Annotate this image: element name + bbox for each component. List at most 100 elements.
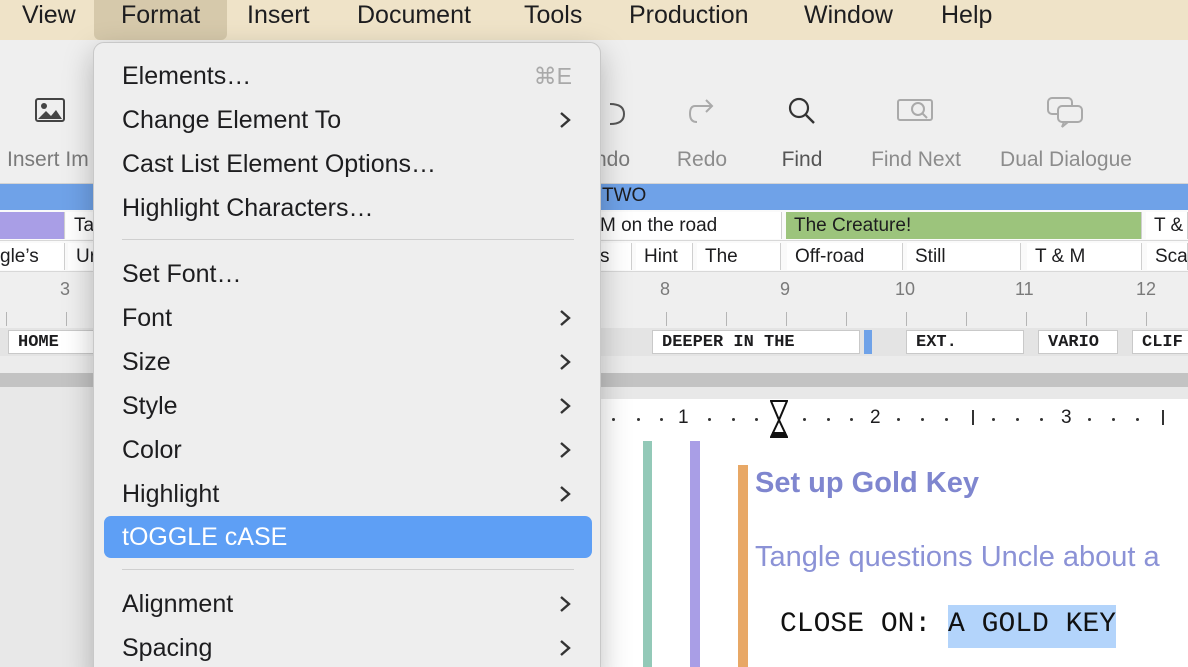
ruler-dot bbox=[850, 418, 853, 421]
menu-item-set-font[interactable]: Set Font… bbox=[104, 253, 592, 295]
chevron-right-icon bbox=[560, 442, 571, 458]
scene-heading-cell[interactable]: EXT. bbox=[906, 330, 1024, 354]
magnifier-icon bbox=[767, 96, 837, 132]
menu-item-label: Alignment bbox=[122, 590, 234, 618]
ruler-number: 9 bbox=[780, 279, 791, 299]
scene-color-bar bbox=[738, 465, 748, 667]
find-label: Find bbox=[781, 148, 823, 171]
ruler-tick bbox=[786, 312, 787, 326]
redo-icon bbox=[662, 96, 742, 132]
scene-cell[interactable]: Off-road bbox=[787, 243, 903, 270]
find-button[interactable]: Find bbox=[767, 40, 837, 184]
ruler-tick bbox=[966, 312, 967, 326]
menu-item-label: Style bbox=[122, 392, 178, 420]
scene-cell[interactable]: Still bbox=[907, 243, 1021, 270]
dual-dialogue-label: Dual Dialogue bbox=[1000, 148, 1132, 171]
find-next-label: Find Next bbox=[871, 148, 961, 171]
ruler-dot bbox=[992, 418, 995, 421]
menu-bar: View Format Insert Document Tools Produc… bbox=[0, 0, 1188, 40]
menu-item-font[interactable]: Font bbox=[104, 297, 592, 339]
dual-dialogue-button[interactable]: Dual Dialogue bbox=[990, 40, 1142, 184]
insert-image-button[interactable]: Insert Im bbox=[0, 40, 100, 184]
scene-cell[interactable]: Ur bbox=[68, 243, 96, 270]
menu-item-highlight-characters[interactable]: Highlight Characters… bbox=[104, 187, 592, 229]
menu-format[interactable]: Format bbox=[94, 0, 228, 40]
chevron-right-icon bbox=[560, 112, 571, 128]
menu-production[interactable]: Production bbox=[629, 0, 749, 40]
sequence-color-bar bbox=[690, 441, 700, 667]
sequence-cell-purple[interactable] bbox=[0, 212, 65, 239]
act-color-bar bbox=[643, 441, 652, 667]
ruler-dot bbox=[612, 418, 615, 421]
scene-heading-cell[interactable]: CLIF bbox=[1132, 330, 1188, 354]
menu-item-label: Highlight bbox=[122, 480, 220, 508]
ruler-dot bbox=[803, 418, 806, 421]
menu-item-toggle-case[interactable]: tOGGLE cASE bbox=[104, 516, 592, 558]
menu-item-spacing[interactable]: Spacing bbox=[104, 627, 592, 667]
ruler-dot bbox=[827, 418, 830, 421]
redo-button[interactable]: Redo bbox=[662, 40, 742, 184]
menu-document[interactable]: Document bbox=[357, 0, 471, 40]
menu-insert[interactable]: Insert bbox=[247, 0, 310, 40]
scene-cell[interactable]: The bbox=[697, 243, 781, 270]
ruler-tick bbox=[846, 312, 847, 326]
redo-label: Redo bbox=[676, 148, 728, 171]
scene-cell[interactable]: s bbox=[600, 243, 632, 270]
menu-item-label: Size bbox=[122, 348, 171, 376]
scene-cell[interactable]: Hint bbox=[636, 243, 693, 270]
menu-item-label: Elements… bbox=[122, 62, 252, 90]
scene-heading-cell[interactable]: HOME bbox=[8, 330, 100, 354]
ruler-dot bbox=[1112, 418, 1115, 421]
menu-item-style[interactable]: Style bbox=[104, 385, 592, 427]
ruler-dot bbox=[945, 418, 948, 421]
synopsis-text[interactable]: Tangle questions Uncle about a bbox=[755, 541, 1160, 574]
sequence-cell-creature[interactable]: The Creature! bbox=[786, 212, 1142, 239]
ruler-dot bbox=[755, 418, 758, 421]
chevron-right-icon bbox=[560, 398, 571, 414]
sequence-cell[interactable]: Ta bbox=[66, 212, 96, 239]
ruler-number: 3 bbox=[60, 279, 71, 299]
ruler-number: 12 bbox=[1136, 279, 1157, 299]
menu-item-shortcut: ⌘E bbox=[533, 63, 572, 89]
script-line[interactable]: CLOSE ON: A GOLD KEY bbox=[780, 605, 1117, 648]
scene-heading-text[interactable]: Set up Gold Key bbox=[755, 467, 979, 500]
scene-cell[interactable]: T & M bbox=[1027, 243, 1142, 270]
scene-heading-cell[interactable]: VARIO bbox=[1038, 330, 1118, 354]
sequence-cell[interactable]: M on the road bbox=[600, 212, 782, 239]
menu-item-alignment[interactable]: Alignment bbox=[104, 583, 592, 625]
cursor-icon[interactable] bbox=[769, 399, 789, 441]
menu-item-elements[interactable]: Elements… ⌘E bbox=[104, 55, 592, 97]
menu-item-size[interactable]: Size bbox=[104, 341, 592, 383]
ruler-dot bbox=[637, 418, 640, 421]
menu-item-label: Change Element To bbox=[122, 106, 342, 134]
ruler-number: 10 bbox=[895, 279, 916, 299]
menu-item-color[interactable]: Color bbox=[104, 429, 592, 471]
menu-item-label: tOGGLE cASE bbox=[122, 523, 288, 551]
scene-cell[interactable]: Sca bbox=[1147, 243, 1188, 270]
ruler-tick bbox=[906, 312, 907, 326]
menu-separator bbox=[122, 239, 574, 240]
ruler-dot bbox=[732, 418, 735, 421]
ruler-mark bbox=[972, 410, 974, 425]
menu-item-label: Cast List Element Options… bbox=[122, 150, 437, 178]
insert-image-label: Insert Im bbox=[7, 148, 89, 171]
scene-heading-cell[interactable]: DEEPER IN THE bbox=[652, 330, 860, 354]
ruler-label: 3 bbox=[1061, 407, 1072, 428]
sequence-cell[interactable]: T & bbox=[1146, 212, 1188, 239]
script-page[interactable]: Set up Gold Key Tangle questions Uncle a… bbox=[600, 441, 1188, 667]
find-next-button[interactable]: Find Next bbox=[862, 40, 970, 184]
ruler-dot bbox=[921, 418, 924, 421]
menu-window[interactable]: Window bbox=[804, 0, 893, 40]
menu-help[interactable]: Help bbox=[941, 0, 992, 40]
menu-item-highlight[interactable]: Highlight bbox=[104, 473, 592, 515]
menu-item-cast-list[interactable]: Cast List Element Options… bbox=[104, 143, 592, 185]
ruler-label: 2 bbox=[870, 407, 881, 428]
selected-text: A GOLD KEY bbox=[948, 605, 1117, 648]
menu-view[interactable]: View bbox=[22, 0, 76, 40]
chevron-right-icon bbox=[560, 640, 571, 656]
scene-cell[interactable]: gle’s bbox=[0, 243, 65, 270]
ruler-label: 1 bbox=[678, 407, 689, 428]
menu-item-change-element[interactable]: Change Element To bbox=[104, 99, 592, 141]
script-text: CLOSE ON: bbox=[780, 609, 949, 640]
menu-tools[interactable]: Tools bbox=[524, 0, 582, 40]
